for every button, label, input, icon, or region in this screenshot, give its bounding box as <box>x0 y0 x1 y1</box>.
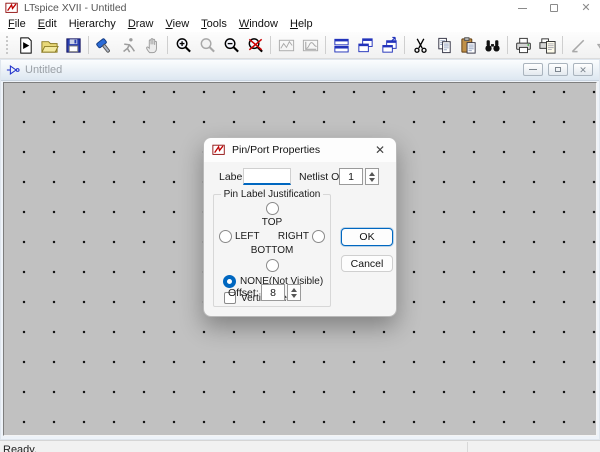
title-bar: LTspice XVII - Untitled ✕ <box>0 0 600 16</box>
control-panel-hammer-icon[interactable] <box>92 33 116 57</box>
save-icon[interactable] <box>61 33 85 57</box>
justify-bottom-label[interactable]: BOTTOM <box>251 245 294 256</box>
netlist-order-spinner: 1 <box>339 168 379 185</box>
tile-horizontal-icon[interactable] <box>329 33 353 57</box>
zoom-out-icon[interactable] <box>219 33 243 57</box>
ok-button[interactable]: OK <box>341 228 393 246</box>
menu-hierarchy[interactable]: Hierarchy <box>64 17 121 31</box>
spin-down-icon[interactable] <box>369 178 375 182</box>
autorange-plot-icon[interactable] <box>274 33 298 57</box>
justify-left-radio[interactable] <box>219 230 232 243</box>
menu-draw[interactable]: Draw <box>123 17 159 31</box>
offset-spinner: 8 <box>261 284 301 301</box>
run-icon[interactable] <box>116 33 140 57</box>
toolbar: A <box>0 32 600 59</box>
close-button[interactable]: ✕ <box>578 2 594 14</box>
tile-vertical-icon[interactable] <box>353 33 377 57</box>
status-separator <box>467 442 468 452</box>
document-title-bar: Untitled ✕ <box>1 60 599 81</box>
pin-port-properties-dialog: Pin/Port Properties ✕ Label: Netlist Ord… <box>203 137 397 317</box>
cascade-windows-icon[interactable] <box>377 33 401 57</box>
dialog-close-icon[interactable]: ✕ <box>372 144 388 156</box>
zoom-back-icon[interactable] <box>195 33 219 57</box>
spin-up-icon[interactable] <box>369 172 375 176</box>
window-title: LTspice XVII - Untitled <box>24 2 127 14</box>
justification-group-title: Pin Label Justification <box>221 189 324 200</box>
justify-right-radio[interactable] <box>312 230 325 243</box>
justify-bottom-radio[interactable] <box>266 259 279 272</box>
menu-bar: File Edit Hierarchy Draw View Tools Wind… <box>0 16 600 32</box>
ltspice-logo-icon <box>5 1 19 15</box>
zoom-full-extents-icon[interactable] <box>243 33 267 57</box>
menu-edit[interactable]: Edit <box>33 17 62 31</box>
netlist-order-arrows[interactable] <box>365 168 379 185</box>
new-schematic-icon[interactable] <box>13 33 37 57</box>
status-bar: Ready. <box>0 440 600 452</box>
offset-arrows[interactable] <box>287 284 301 301</box>
ground-icon[interactable] <box>590 33 600 57</box>
justify-right-label[interactable]: RIGHT <box>278 231 309 242</box>
netlist-order-value[interactable]: 1 <box>339 168 363 185</box>
dialog-title: Pin/Port Properties <box>232 144 372 156</box>
spin-up-icon[interactable] <box>291 288 297 292</box>
maximize-button[interactable] <box>546 2 562 14</box>
cut-icon[interactable] <box>408 33 432 57</box>
doc-close-button[interactable]: ✕ <box>573 63 593 76</box>
justify-top-radio[interactable] <box>266 202 279 215</box>
print-preview-icon[interactable] <box>535 33 559 57</box>
menu-window[interactable]: Window <box>234 17 283 31</box>
offset-label: Offset: <box>228 287 259 299</box>
status-text: Ready. <box>3 444 37 452</box>
menu-view[interactable]: View <box>161 17 195 31</box>
copy-icon[interactable] <box>432 33 456 57</box>
wire-icon[interactable] <box>566 33 590 57</box>
spin-down-icon[interactable] <box>291 294 297 298</box>
plot-settings-icon[interactable] <box>298 33 322 57</box>
zoom-in-icon[interactable] <box>171 33 195 57</box>
open-file-icon[interactable] <box>37 33 61 57</box>
menu-help[interactable]: Help <box>285 17 318 31</box>
justify-left-label[interactable]: LEFT <box>235 231 259 242</box>
minimize-button[interactable] <box>514 2 530 14</box>
doc-minimize-button[interactable] <box>523 63 543 76</box>
menu-file[interactable]: File <box>3 17 31 31</box>
dialog-title-bar: Pin/Port Properties ✕ <box>204 138 396 162</box>
menu-tools[interactable]: Tools <box>196 17 232 31</box>
doc-restore-button[interactable] <box>548 63 568 76</box>
offset-value[interactable]: 8 <box>261 284 285 301</box>
halt-hand-icon[interactable] <box>140 33 164 57</box>
document-title: Untitled <box>25 64 62 76</box>
schematic-doc-icon <box>6 63 20 77</box>
dialog-ltspice-icon <box>212 143 226 157</box>
find-icon[interactable] <box>480 33 504 57</box>
justify-top-label[interactable]: TOP <box>262 217 282 228</box>
ltspice-window: LTspice XVII - Untitled ✕ File Edit Hier… <box>0 0 600 452</box>
paste-icon[interactable] <box>456 33 480 57</box>
print-icon[interactable] <box>511 33 535 57</box>
label-input[interactable] <box>243 168 291 185</box>
cancel-button[interactable]: Cancel <box>341 255 393 272</box>
